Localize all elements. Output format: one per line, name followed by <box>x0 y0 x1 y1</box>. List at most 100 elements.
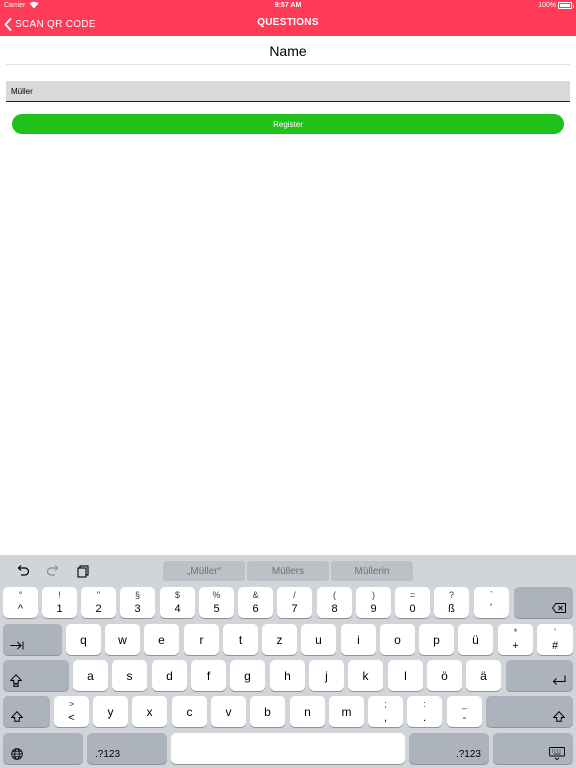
key-symbol: ´ <box>489 603 494 615</box>
key-period[interactable]: :. <box>407 696 442 727</box>
key-letter: g <box>244 669 251 683</box>
redo-icon[interactable] <box>45 563 61 579</box>
numbers-key[interactable]: .?123 <box>87 733 167 764</box>
suggestion-item[interactable]: „Müller“ <box>163 561 245 581</box>
key-j[interactable]: j <box>309 660 344 691</box>
key-c[interactable]: c <box>172 696 207 727</box>
tab-key[interactable] <box>3 624 62 655</box>
numbers-key-label: .?123 <box>95 749 121 760</box>
key-1[interactable]: ! 1 <box>42 587 77 618</box>
key-9[interactable]: ) 9 <box>356 587 391 618</box>
status-bar: Carrier 9:57 AM 100% <box>0 0 576 12</box>
key-o[interactable]: o <box>380 624 415 655</box>
shift-key-right[interactable] <box>486 696 573 727</box>
key-n[interactable]: n <box>290 696 325 727</box>
name-input[interactable] <box>6 81 570 102</box>
key-m[interactable]: m <box>329 696 364 727</box>
key-i[interactable]: i <box>341 624 376 655</box>
suggestion-item[interactable]: Müllers <box>247 561 329 581</box>
key-letter: r <box>199 633 204 647</box>
space-key[interactable] <box>171 733 405 764</box>
return-key[interactable] <box>506 660 573 691</box>
key-w[interactable]: w <box>105 624 140 655</box>
suggestion-item[interactable]: Müllerin <box>331 561 413 581</box>
key-circumflex[interactable]: ° ^ <box>3 587 38 618</box>
numbers-key[interactable]: .?123 <box>409 733 489 764</box>
key-symbol: + <box>512 640 519 652</box>
key-6[interactable]: & 6 <box>238 587 273 618</box>
key-letter: b <box>264 705 271 719</box>
paste-icon[interactable] <box>75 563 91 579</box>
key-y[interactable]: y <box>93 696 128 727</box>
key-accent[interactable]: ` ´ <box>474 587 509 618</box>
key-letter: p <box>433 633 440 647</box>
key-symbol: . <box>422 712 427 724</box>
shift-key-left[interactable] <box>3 696 50 727</box>
key-b[interactable]: b <box>250 696 285 727</box>
key-2[interactable]: " 2 <box>81 587 116 618</box>
key-shift-symbol: > <box>68 699 75 709</box>
key-symbol: 8 <box>331 603 338 615</box>
key-h[interactable]: h <box>270 660 305 691</box>
battery-icon <box>558 2 574 9</box>
key-eszett[interactable]: ? ß <box>434 587 469 618</box>
divider <box>6 64 570 65</box>
key-v[interactable]: v <box>211 696 246 727</box>
key-shift-symbol: § <box>134 590 140 600</box>
key-a-umlaut[interactable]: ä <box>466 660 501 691</box>
caps-lock-key[interactable] <box>3 660 69 691</box>
key-symbol: # <box>551 640 559 652</box>
key-z[interactable]: z <box>262 624 297 655</box>
key-shift-symbol: ! <box>58 590 61 600</box>
key-hash[interactable]: ’ # <box>537 624 573 655</box>
key-o-umlaut[interactable]: ö <box>427 660 462 691</box>
key-3[interactable]: § 3 <box>120 587 155 618</box>
key-0[interactable]: = 0 <box>395 587 430 618</box>
key-d[interactable]: d <box>152 660 187 691</box>
key-letter: x <box>146 705 153 719</box>
key-letter: ä <box>480 669 487 683</box>
globe-key[interactable] <box>3 733 83 764</box>
key-letter: s <box>126 669 133 683</box>
key-s[interactable]: s <box>112 660 147 691</box>
register-button[interactable]: Register <box>12 114 564 134</box>
key-x[interactable]: x <box>132 696 167 727</box>
dismiss-keyboard-key[interactable] <box>493 733 573 764</box>
key-shift-symbol: = <box>409 590 416 600</box>
key-shift-symbol: ? <box>448 590 454 600</box>
key-symbol: 0 <box>409 603 416 615</box>
key-u-umlaut[interactable]: ü <box>458 624 493 655</box>
key-8[interactable]: (8 <box>317 587 352 618</box>
key-4[interactable]: $4 <box>160 587 195 618</box>
key-minus[interactable]: _ - <box>447 696 482 727</box>
key-t[interactable]: t <box>223 624 258 655</box>
key-p[interactable]: p <box>419 624 454 655</box>
key-plus[interactable]: * + <box>498 624 533 655</box>
key-letter: a <box>87 669 94 683</box>
key-k[interactable]: k <box>348 660 383 691</box>
key-7[interactable]: /7 <box>277 587 312 618</box>
key-a[interactable]: a <box>73 660 108 691</box>
key-symbol: ^ <box>17 603 24 615</box>
key-e[interactable]: e <box>144 624 179 655</box>
undo-icon[interactable] <box>15 563 31 579</box>
key-f[interactable]: f <box>191 660 226 691</box>
key-symbol: - <box>462 712 467 724</box>
key-u[interactable]: u <box>301 624 336 655</box>
key-symbol: 7 <box>291 603 298 615</box>
delete-key[interactable] <box>514 587 573 618</box>
key-letter: j <box>325 669 328 683</box>
key-letter: m <box>341 705 352 719</box>
battery-level-fill <box>560 4 570 7</box>
key-l[interactable]: l <box>388 660 423 691</box>
key-r[interactable]: r <box>184 624 219 655</box>
key-letter: d <box>166 669 173 683</box>
key-g[interactable]: g <box>230 660 265 691</box>
key-less-than[interactable]: > < <box>54 696 89 727</box>
key-symbol: 5 <box>213 603 220 615</box>
key-letter: i <box>357 633 360 647</box>
navigation-bar: SCAN QR CODE QUESTIONS <box>0 12 576 36</box>
key-comma[interactable]: ;, <box>368 696 403 727</box>
key-q[interactable]: q <box>66 624 101 655</box>
key-5[interactable]: % 5 <box>199 587 234 618</box>
